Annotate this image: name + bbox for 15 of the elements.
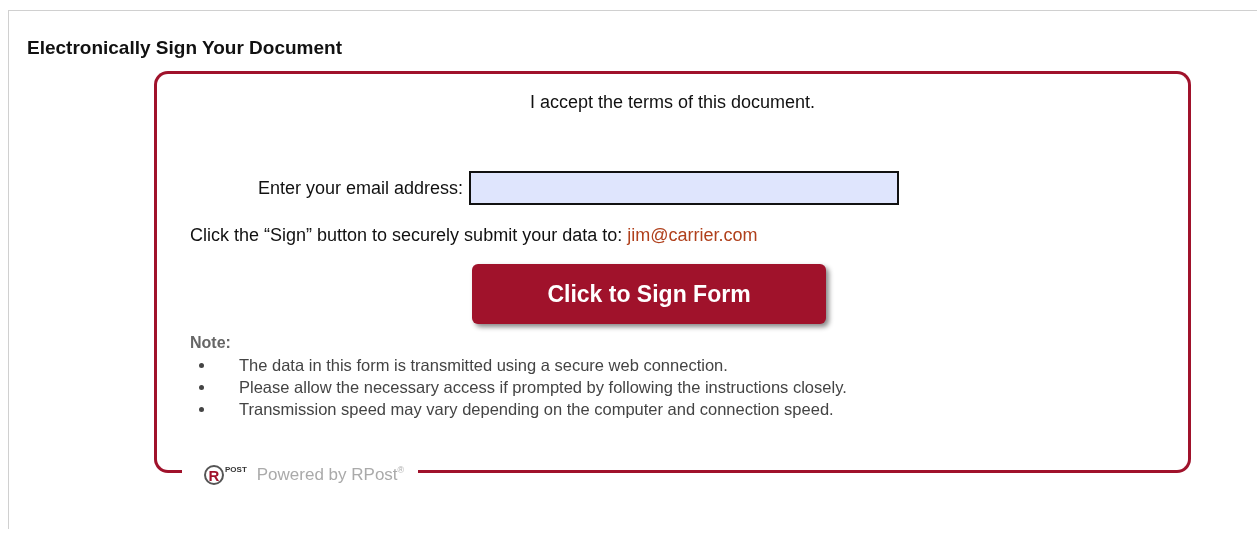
- recipient-email: jim@carrier.com: [627, 225, 758, 245]
- page-title: Electronically Sign Your Document: [27, 37, 343, 59]
- note-item: The data in this form is transmitted using a secure web connection.: [239, 355, 728, 375]
- bullet-icon: [199, 406, 204, 412]
- bullet-icon: [199, 384, 204, 390]
- bullet-icon: [199, 362, 204, 368]
- note-item: Please allow the necessary access if prompted by following the instructions closely.: [239, 377, 847, 397]
- email-field[interactable]: [469, 171, 900, 205]
- sign-button[interactable]: Click to Sign Form: [472, 264, 826, 324]
- submit-text: Click the “Sign” button to securely submit your data to:: [190, 225, 623, 245]
- note-heading: Note:: [190, 334, 232, 352]
- email-label: Enter your email address:: [258, 177, 464, 199]
- powered-by-text: Powered by RPost$^{®}$: [256, 465, 405, 485]
- note-item: Transmission speed may vary depending on the computer and connection speed.: [239, 399, 834, 419]
- terms-text: I accept the terms of this document.: [528, 92, 817, 113]
